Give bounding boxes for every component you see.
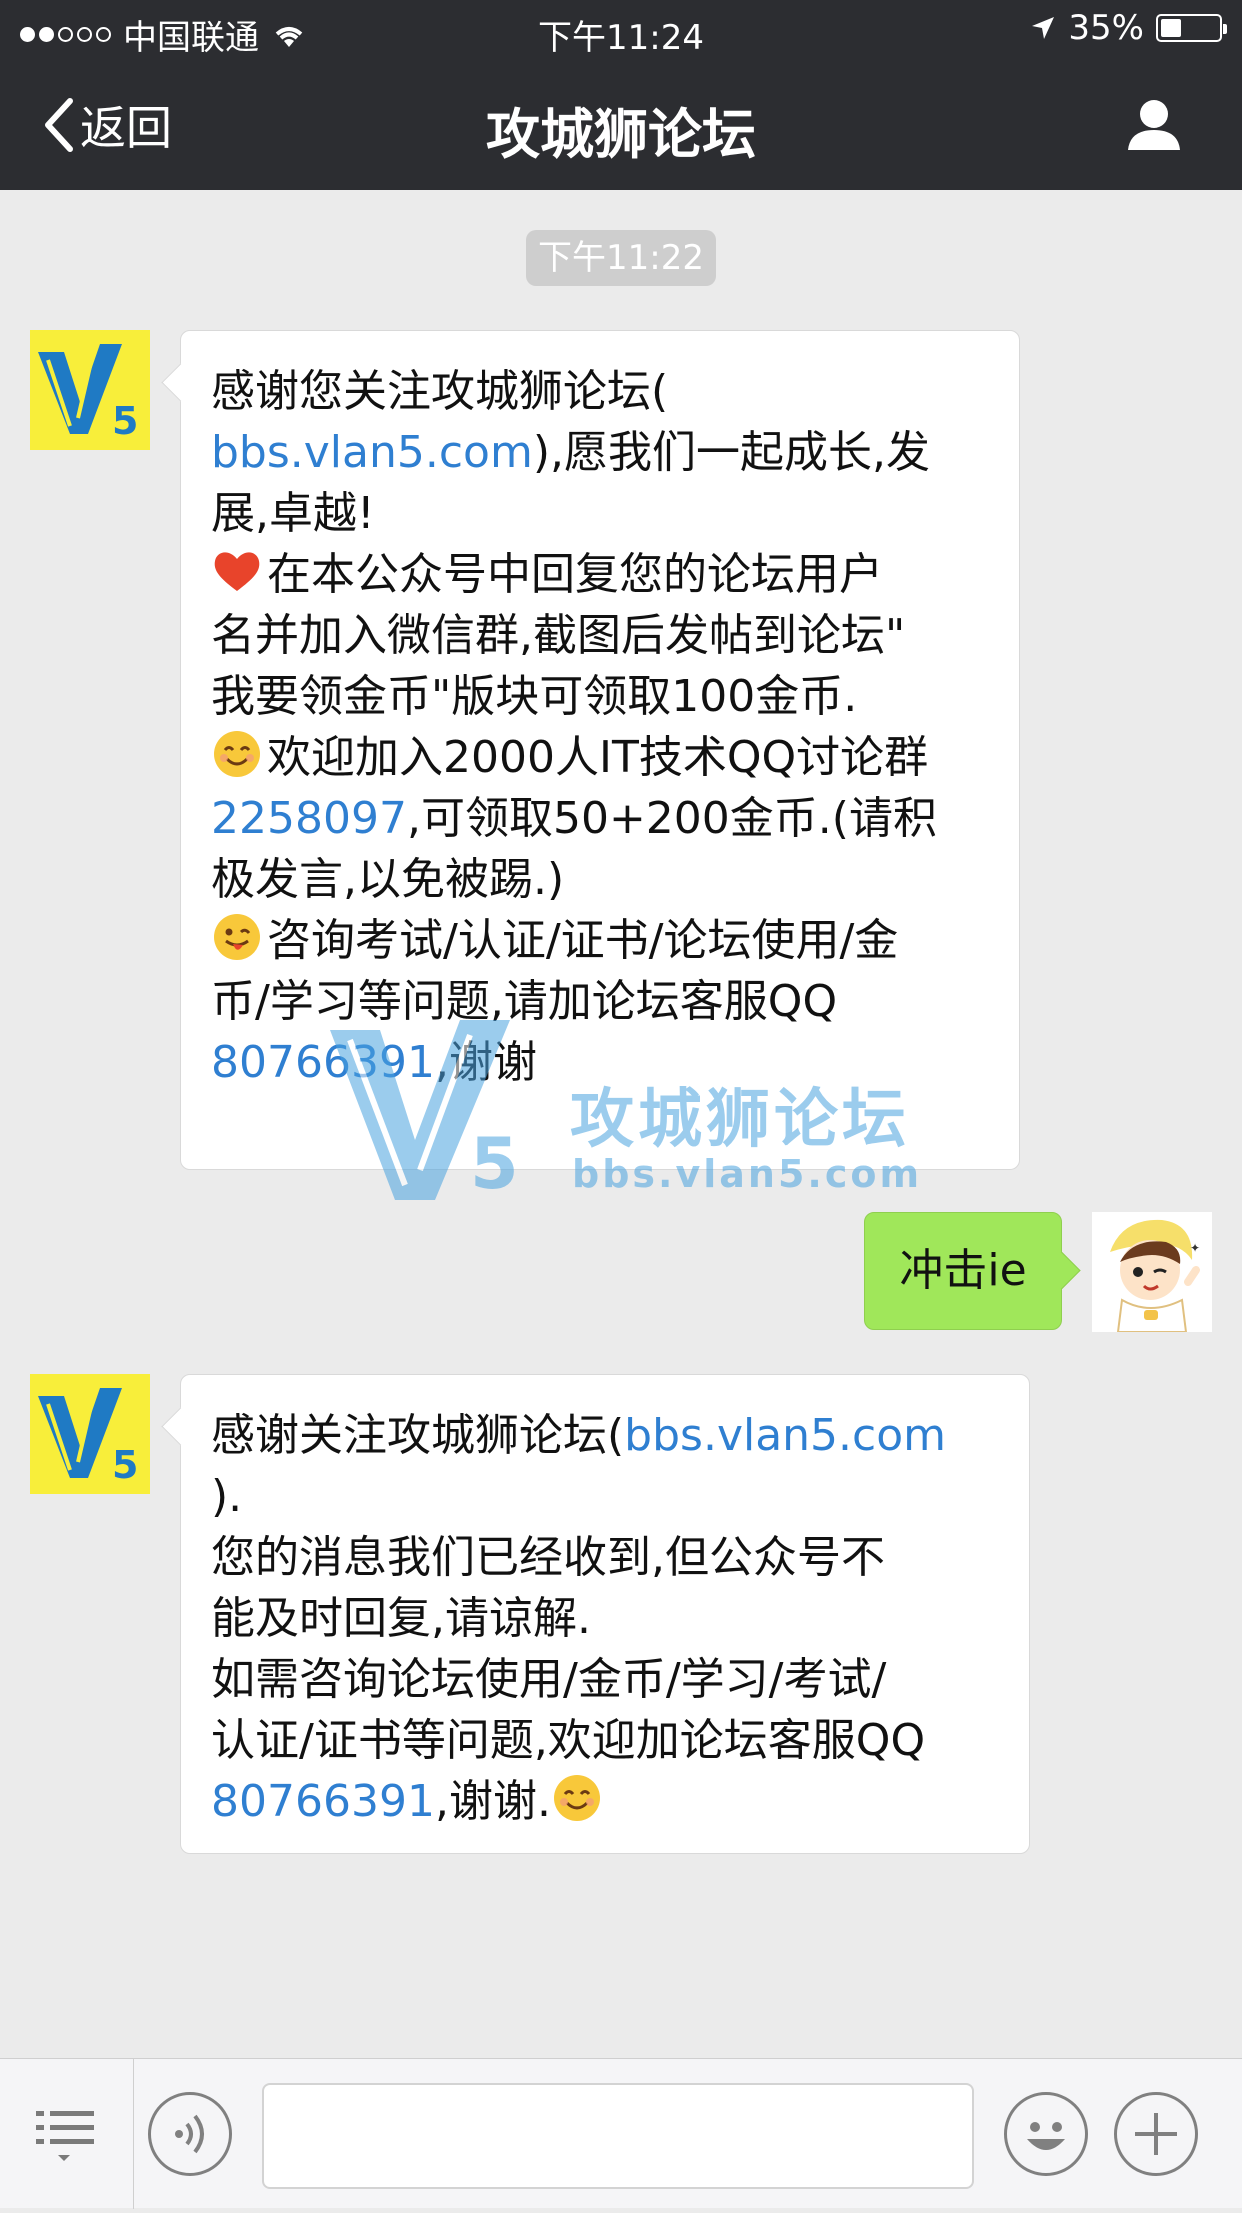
message-link[interactable]: 80766391	[211, 1776, 435, 1827]
svg-text:✦: ✦	[1190, 1241, 1200, 1255]
menu-list-icon	[36, 2111, 94, 2161]
message-text: 我要领金币"版块可领取100金币.	[211, 671, 858, 722]
location-arrow-icon	[1032, 17, 1055, 39]
plus-button[interactable]	[1114, 2092, 1198, 2176]
svg-text:5: 5	[112, 1443, 138, 1487]
message-text: 能及时回复,请谅解.	[211, 1593, 591, 1644]
input-bar	[0, 2058, 1242, 2209]
message-text: 展,卓越!	[211, 488, 375, 539]
message-text: ).	[211, 1471, 243, 1522]
message-line: 极发言,以免被踢.)	[211, 849, 991, 910]
message-link[interactable]: 2258097	[211, 793, 407, 844]
message-text: ),愿我们一起成长,发	[532, 427, 930, 478]
voice-icon	[175, 2114, 204, 2154]
message-line: 感谢您关注攻城狮论坛(	[211, 361, 991, 422]
wink-emoji-icon	[211, 911, 263, 963]
person-icon	[1128, 100, 1180, 150]
message-text: 感谢关注攻城狮论坛(	[211, 1410, 625, 1461]
v5-logo-icon: 5	[30, 1374, 150, 1494]
plus-icon	[1135, 2113, 1177, 2155]
message-text: ,可领取50+200金币.(请积	[406, 793, 937, 844]
message-line: 2258097,可领取50+200金币.(请积	[211, 788, 991, 849]
message-line: 您的消息我们已经收到,但公众号不	[211, 1527, 1001, 1588]
message-line: 我要领金币"版块可领取100金币.	[211, 666, 991, 727]
message-line: 在本公众号中回复您的论坛用户	[211, 544, 991, 605]
message-link[interactable]: 80766391	[211, 1037, 435, 1088]
message-text: 极发言,以免被踢.)	[211, 854, 565, 905]
message-line: 欢迎加入2000人IT技术QQ讨论群	[211, 727, 991, 788]
cartoon-boy-avatar-icon: ✦	[1092, 1212, 1212, 1332]
heart-emoji-icon	[211, 545, 263, 597]
message-text: 感谢您关注攻城狮论坛(	[211, 366, 669, 417]
emoji-button[interactable]	[1004, 2092, 1088, 2176]
message-text: 咨询考试/认证/证书/论坛使用/金	[267, 915, 899, 966]
message-text: 认证/证书等问题,欢迎加论坛客服QQ	[211, 1715, 926, 1766]
battery-level	[1161, 19, 1181, 37]
message-link[interactable]: bbs.vlan5.com	[624, 1410, 946, 1461]
svg-text:5: 5	[112, 399, 138, 443]
message-input[interactable]	[262, 2083, 974, 2189]
message-text: 您的消息我们已经收到,但公众号不	[211, 1532, 885, 1583]
message-text: 币/学习等问题,请加论坛客服QQ	[211, 976, 838, 1027]
message-text: 欢迎加入2000人IT技术QQ讨论群	[267, 732, 929, 783]
message-line: ).	[211, 1466, 1001, 1527]
message-bubble-welcome[interactable]: 感谢您关注攻城狮论坛(bbs.vlan5.com),愿我们一起成长,发 展,卓越!…	[180, 330, 1020, 1170]
message-text: ,谢谢	[434, 1037, 537, 1088]
message-text: 在本公众号中回复您的论坛用户	[267, 549, 883, 600]
page-title: 攻城狮论坛	[486, 103, 756, 166]
message-bubble-mine[interactable]: 冲击ie	[864, 1212, 1062, 1330]
battery-percent: 35%	[1068, 8, 1144, 48]
message-line: 咨询考试/认证/证书/论坛使用/金	[211, 910, 991, 971]
message-line: 如需咨询论坛使用/金币/学习/考试/	[211, 1649, 1001, 1710]
status-bar: 中国联通 下午11:24 35%	[0, 0, 1242, 60]
smile-emoji-icon	[551, 1772, 603, 1824]
v5-logo-icon: 5	[30, 330, 150, 450]
message-link[interactable]: bbs.vlan5.com	[211, 427, 533, 478]
message-line: 能及时回复,请谅解.	[211, 1588, 1001, 1649]
message-line: 80766391,谢谢	[211, 1032, 991, 1093]
emoji-icon	[1027, 2122, 1065, 2150]
my-avatar[interactable]: ✦	[1092, 1212, 1212, 1332]
message-line: 币/学习等问题,请加论坛客服QQ	[211, 971, 991, 1032]
message-line: 80766391,谢谢.	[211, 1771, 1001, 1832]
navigation-bar: 返回 攻城狮论坛	[0, 60, 1242, 190]
message-bubble-auto-reply[interactable]: 感谢关注攻城狮论坛(bbs.vlan5.com). 您的消息我们已经收到,但公众号…	[180, 1374, 1030, 1854]
menu-button[interactable]	[0, 2059, 134, 2209]
message-line: 名并加入微信群,截图后发帖到论坛"	[211, 605, 991, 666]
message-line: 感谢关注攻城狮论坛(bbs.vlan5.com	[211, 1405, 1001, 1466]
smile-emoji-icon	[211, 728, 263, 780]
top-bar: 中国联通 下午11:24 35% 返回 攻城狮论坛	[0, 0, 1242, 190]
message-line: bbs.vlan5.com),愿我们一起成长,发	[211, 422, 991, 483]
message-text: ,谢谢.	[434, 1776, 551, 1827]
message-text: 如需咨询论坛使用/金币/学习/考试/	[211, 1654, 887, 1705]
message-line: 认证/证书等问题,欢迎加论坛客服QQ	[211, 1710, 1001, 1771]
account-avatar-2[interactable]: 5	[30, 1374, 150, 1494]
message-line: 展,卓越!	[211, 483, 991, 544]
account-avatar[interactable]: 5	[30, 330, 150, 450]
voice-button[interactable]	[148, 2092, 232, 2176]
battery-icon	[1156, 14, 1227, 42]
profile-button[interactable]	[1124, 94, 1184, 154]
timestamp-divider: 下午11:22	[526, 230, 716, 286]
message-text: 名并加入微信群,截图后发帖到论坛"	[211, 610, 906, 661]
